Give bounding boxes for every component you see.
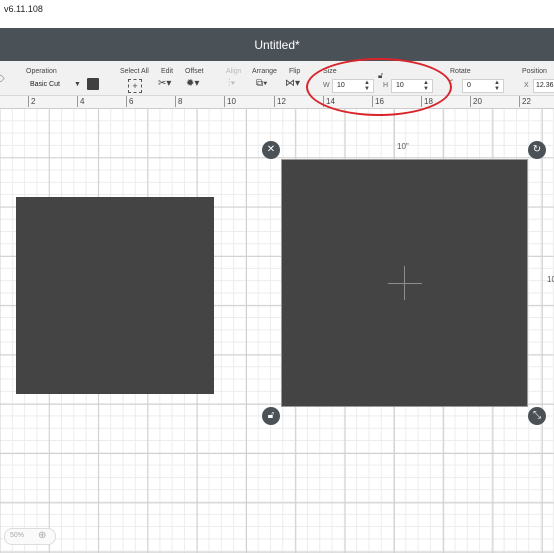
align-icon[interactable]: ⫶▾ <box>228 79 235 89</box>
offset-label: Offset <box>185 68 204 75</box>
ruler-tick: 4 <box>77 96 84 107</box>
highlight-oval <box>306 58 452 116</box>
zoom-in-icon[interactable]: ⊕ <box>38 530 46 541</box>
arrange-icon[interactable]: ⧉▾ <box>256 79 267 89</box>
color-swatch[interactable] <box>87 78 99 90</box>
edit-label: Edit <box>161 68 174 75</box>
rotate-handle-icon[interactable]: ↻ <box>528 141 546 159</box>
diamond-icon[interactable]: ◇ <box>0 74 5 84</box>
square-shape[interactable] <box>16 197 214 394</box>
ruler-tick: 8 <box>175 96 182 107</box>
selected-square-shape[interactable] <box>281 159 528 407</box>
selection-height-label: 10 <box>547 275 554 284</box>
scissors-icon[interactable]: ✂▾ <box>158 79 171 89</box>
chevron-down-icon[interactable]: ▼ <box>74 80 81 90</box>
title-bar: Untitled* <box>0 28 554 61</box>
center-crosshair <box>388 283 422 284</box>
position-x-label: X <box>524 82 529 89</box>
rotate-label: Rotate <box>450 68 471 75</box>
ruler-tick: 12 <box>274 96 286 107</box>
zoom-value: 50% <box>10 532 25 539</box>
ruler-tick: 2 <box>28 96 35 107</box>
ruler-tick: 22 <box>519 96 531 107</box>
document-title: Untitled* <box>254 38 300 52</box>
lock-handle-icon[interactable]: 🔓︎ <box>262 407 280 425</box>
rotate-value[interactable]: 0 <box>467 82 471 89</box>
position-x-field[interactable]: 12.36 <box>533 79 554 93</box>
select-all-label: Select All <box>120 68 149 75</box>
align-label: Align <box>226 68 242 75</box>
flip-label: Flip <box>289 68 301 75</box>
zoom-control[interactable]: 50% ⊕ <box>4 528 56 545</box>
flip-icon[interactable]: ⋈▾ <box>285 79 300 89</box>
center-crosshair <box>404 266 405 300</box>
rotate-field[interactable]: 0 ▲ ▼ <box>462 79 504 93</box>
edit-toolbar: ◇ Operation Basic Cut ▼ Select All + Edi… <box>0 61 554 96</box>
arrange-label: Arrange <box>252 68 277 75</box>
resize-handle-icon[interactable]: ⤡ <box>528 407 546 425</box>
ruler-tick: 10 <box>224 96 236 107</box>
operation-label: Operation <box>26 68 57 75</box>
ruler-tick: 20 <box>470 96 482 107</box>
select-all-icon[interactable]: + <box>128 79 142 93</box>
horizontal-ruler: 2 4 6 8 10 12 14 16 18 20 22 <box>0 96 554 109</box>
operation-select[interactable]: Basic Cut <box>30 81 60 88</box>
position-label: Position <box>522 68 547 75</box>
ruler-tick: 6 <box>126 96 133 107</box>
design-canvas[interactable]: 10" 10 ✕ ↻ 🔓︎ ⤡ <box>0 109 554 553</box>
close-icon[interactable]: ✕ <box>262 141 280 159</box>
rotate-stepper[interactable]: ▲ ▼ <box>494 80 500 92</box>
app-version: v6.11.108 <box>4 4 43 14</box>
position-x-value[interactable]: 12.36 <box>536 82 554 89</box>
offset-icon[interactable]: ✹▾ <box>186 79 199 89</box>
selection-width-label: 10" <box>397 142 409 151</box>
